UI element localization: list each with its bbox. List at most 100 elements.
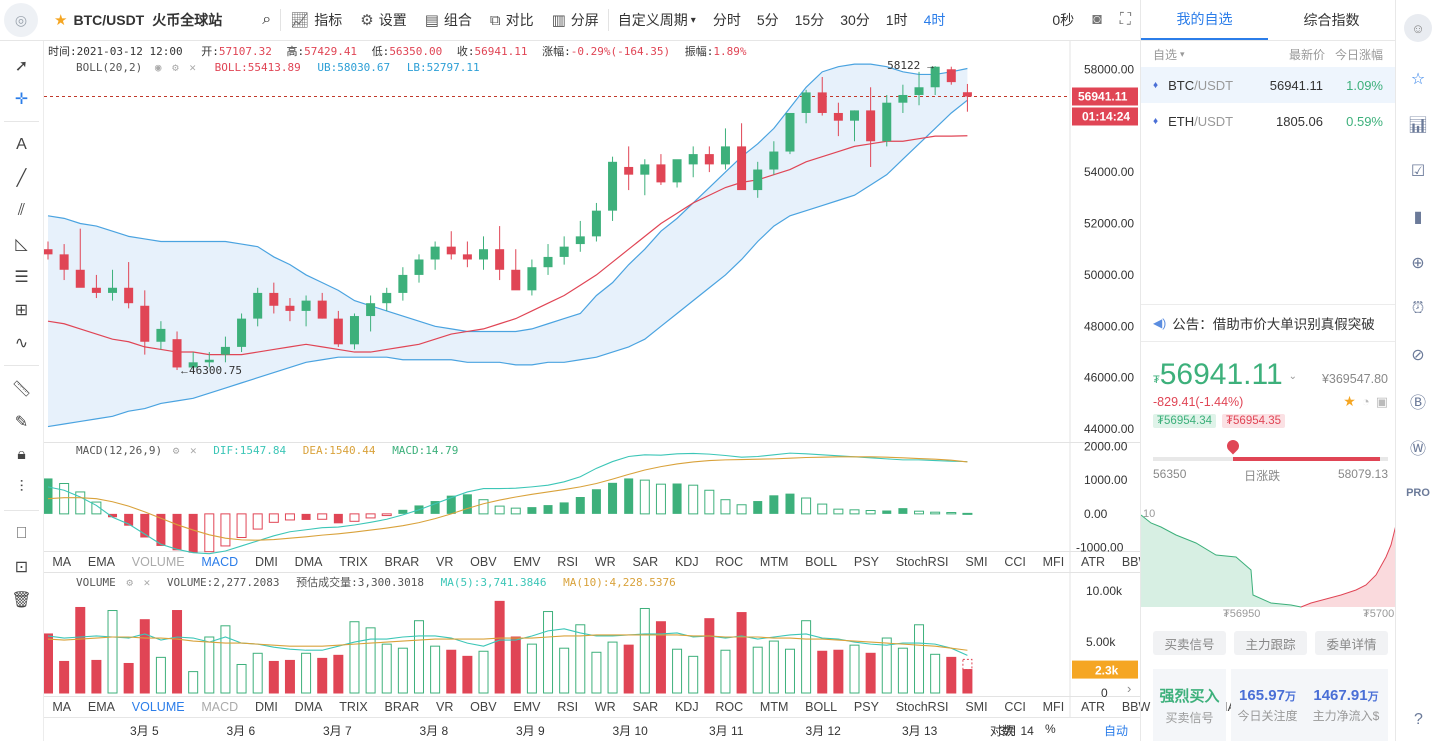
period-tab[interactable]: 30分 xyxy=(832,10,878,30)
custom-period-dropdown[interactable]: 自定义周期 ▾ xyxy=(609,0,705,41)
stat-box[interactable]: 165.97万 今日关注度 xyxy=(1231,669,1304,741)
indicator-tab[interactable]: MFI xyxy=(1034,700,1072,714)
indicator-tab[interactable]: MTM xyxy=(752,555,797,569)
indicator-tab[interactable]: KDJ xyxy=(667,555,707,569)
indicator-tab[interactable]: CCI xyxy=(996,555,1034,569)
screenshot-button[interactable]: ◙ xyxy=(1083,0,1111,41)
candle[interactable] xyxy=(785,112,795,155)
chevron-down-icon[interactable]: ⌄ xyxy=(1289,371,1297,382)
indicator-tab[interactable]: MA xyxy=(44,700,80,714)
indicator-tab[interactable]: EMA xyxy=(80,555,124,569)
indicator-tab[interactable]: KDJ xyxy=(667,700,707,714)
cursor-tool-icon[interactable]: ➚ xyxy=(0,49,43,82)
stat-box[interactable]: 强烈买入 买卖信号 xyxy=(1153,669,1226,741)
favorite-star-icon[interactable]: ★ xyxy=(1343,393,1356,410)
help-icon[interactable]: ? xyxy=(1396,711,1440,729)
indicator-tab[interactable]: MACD xyxy=(193,700,247,714)
tab-watchlist[interactable]: 我的自选 xyxy=(1141,0,1268,40)
announcement[interactable]: ◀) 公告：借助市价大单识别真假突破 xyxy=(1141,304,1396,342)
indicator-tab[interactable]: SAR xyxy=(624,700,666,714)
stat-box[interactable]: 1467.91万 主力净流入$ xyxy=(1304,669,1388,741)
indicator-tab[interactable]: RSI xyxy=(549,555,587,569)
edit-layout-icon[interactable]: ⊡ xyxy=(0,550,43,583)
close-icon[interactable]: ✕ xyxy=(190,444,197,457)
indicator-tab[interactable]: MACD xyxy=(193,555,247,569)
watchlist-nav-icon[interactable]: ☆ xyxy=(1396,56,1440,102)
compare-button[interactable]: ⧉ 对比 xyxy=(481,0,543,41)
crosshair-tool-icon[interactable]: ✛ xyxy=(0,82,43,115)
indicator-tab[interactable]: WR xyxy=(586,555,624,569)
pencil-tool-icon[interactable]: ✎ xyxy=(0,405,43,438)
indicator-tab[interactable]: ROC xyxy=(707,700,752,714)
grid-tool-icon[interactable]: ⊞ xyxy=(0,293,43,326)
close-icon[interactable]: ✕ xyxy=(189,61,196,74)
trash-icon[interactable]: 🗑︎ xyxy=(0,583,43,616)
indicator-tab[interactable]: BRAR xyxy=(376,700,428,714)
watchlist-row[interactable]: ♦ BTC/USDT 56941.11 1.09% xyxy=(1141,67,1395,103)
indicator-tab[interactable]: BOLL xyxy=(797,700,846,714)
indicator-tab[interactable]: ATR xyxy=(1073,555,1114,569)
indicator-tab[interactable]: BRAR xyxy=(376,555,428,569)
favorite-star-icon[interactable]: ★ xyxy=(54,11,67,29)
indicator-tab[interactable]: DMA xyxy=(286,555,331,569)
channel-tool-icon[interactable]: ⫽ xyxy=(0,194,43,227)
magnet-tool-icon[interactable]: ⫶ xyxy=(0,471,43,504)
indicator-tab[interactable]: SMI xyxy=(957,555,996,569)
indicator-tab[interactable]: VR xyxy=(428,700,462,714)
indicator-tab[interactable]: CCI xyxy=(996,700,1034,714)
indicator-tab[interactable]: ATR xyxy=(1073,700,1114,714)
indicator-tab[interactable]: VOLUME xyxy=(123,700,193,714)
eye-icon[interactable]: ◉ xyxy=(155,61,162,74)
period-tab[interactable]: 分时 xyxy=(705,10,749,30)
indicator-tab[interactable]: RSI xyxy=(549,700,587,714)
indicators-button[interactable]: 📈︎ 指标 xyxy=(281,0,351,41)
indicator-tab[interactable]: SAR xyxy=(624,555,666,569)
depth-chart[interactable]: 10 ₮56950 ₮5700 xyxy=(1141,495,1396,620)
gear-icon[interactable]: ⚙ xyxy=(173,444,180,457)
indicator-tab[interactable]: MFI xyxy=(1034,555,1072,569)
scroll-right-icon[interactable]: › xyxy=(1127,681,1131,696)
gear-icon[interactable]: ⚙ xyxy=(126,576,133,589)
triangle-tool-icon[interactable]: ◺ xyxy=(0,227,43,260)
indicator-tab[interactable]: PSY xyxy=(846,555,888,569)
indicator-tab[interactable]: VR xyxy=(428,555,462,569)
indicator-tab[interactable]: VOLUME xyxy=(123,555,193,569)
bar-chart-nav-icon[interactable]: ▮ xyxy=(1396,194,1440,240)
panel-button[interactable]: 委单详情 xyxy=(1315,631,1388,655)
log-scale-toggle[interactable]: 对数 xyxy=(990,722,1014,739)
split-screen-button[interactable]: ▥ 分屏 xyxy=(543,0,608,41)
indicator-tab[interactable]: BOLL xyxy=(797,555,846,569)
indicator-tab[interactable]: ROC xyxy=(707,555,752,569)
indicator-tab[interactable]: TRIX xyxy=(331,700,376,714)
exchange-nav-icon[interactable]: Ⓑ xyxy=(1396,378,1440,424)
indicator-tab[interactable]: SMI xyxy=(957,700,996,714)
fullscreen-button[interactable]: ⛶ xyxy=(1111,0,1140,41)
orders-nav-icon[interactable]: ☑ xyxy=(1396,148,1440,194)
indicator-tab[interactable]: StochRSI xyxy=(887,555,957,569)
indicator-tab[interactable]: EMA xyxy=(80,700,124,714)
period-tab[interactable]: 5分 xyxy=(749,10,787,30)
indicator-tab[interactable]: OBV xyxy=(462,555,505,569)
indicator-tab[interactable]: DMI xyxy=(247,700,287,714)
alarm-nav-icon[interactable]: ⏰︎ xyxy=(1396,286,1440,332)
indicator-tab[interactable]: DMA xyxy=(286,700,331,714)
close-icon[interactable]: ✕ xyxy=(144,576,151,589)
watchlist-row[interactable]: ♦ ETH/USDT 1805.06 0.59% xyxy=(1141,103,1395,139)
share-icon[interactable]: ▣ xyxy=(1376,394,1388,410)
globe-nav-icon[interactable]: ⊘ xyxy=(1396,332,1440,378)
indicator-tab[interactable]: EMV xyxy=(505,555,549,569)
panel-button[interactable]: 主力跟踪 xyxy=(1234,631,1307,655)
bell-icon[interactable]: ◔ xyxy=(1362,394,1370,409)
period-tab[interactable]: 4时 xyxy=(916,10,954,30)
period-tab[interactable]: 15分 xyxy=(787,10,833,30)
candle[interactable] xyxy=(946,66,956,85)
candle[interactable] xyxy=(882,94,892,147)
search-button[interactable]: ⌕ xyxy=(253,0,280,41)
fib-tool-icon[interactable]: ☰ xyxy=(0,260,43,293)
line-tool-icon[interactable]: ╱ xyxy=(0,161,43,194)
indicator-tab[interactable]: PSY xyxy=(846,700,888,714)
candlestick-chart[interactable]: 58122→←46300.7558000.0056000.0054000.005… xyxy=(44,41,1140,741)
indicator-tab[interactable]: StochRSI xyxy=(887,700,957,714)
indicator-tab[interactable]: WR xyxy=(586,700,624,714)
combo-button[interactable]: ▤ 组合 xyxy=(416,0,481,41)
